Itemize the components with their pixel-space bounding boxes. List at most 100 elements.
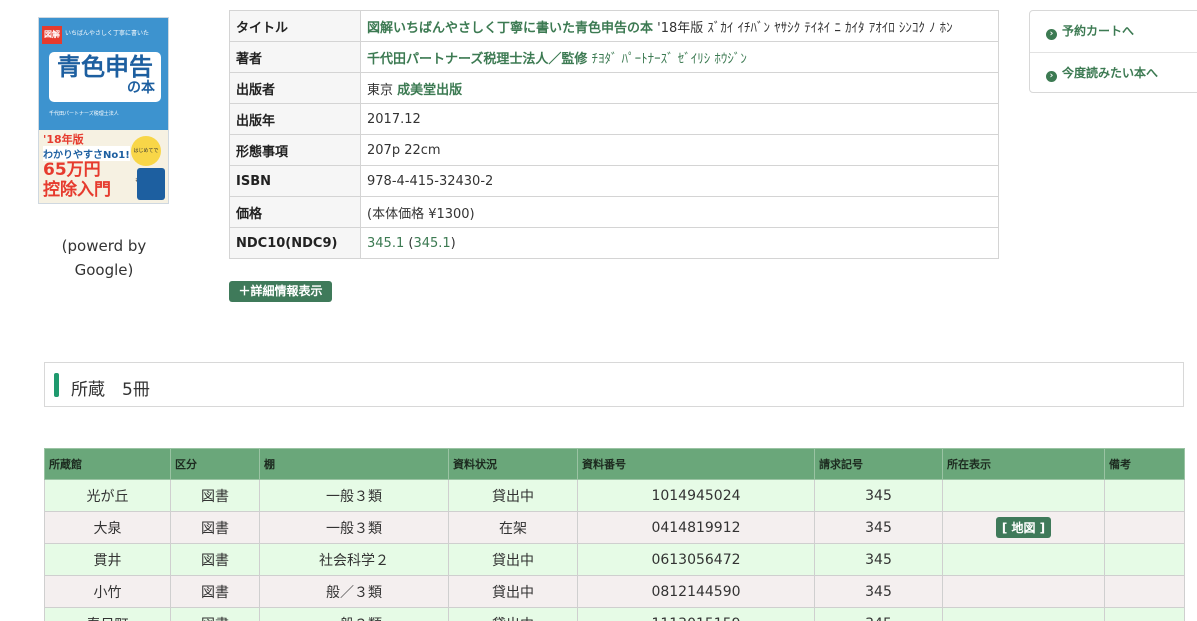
table-row: 大泉 図書 一般３類 在架 0414819912 345 [ 地図 ] [44,511,1185,544]
table-row: 小竹 図書 般／３類 貸出中 0812144590 345 [44,575,1185,608]
cell-location: [ 地図 ] [942,511,1105,544]
cell-status: 貸出中 [448,607,578,621]
reserve-cart-link[interactable]: › 予約カートへ [1030,11,1197,52]
holdings-table: 所蔵館 区分 棚 資料状況 資料番号 請求記号 所在表示 備考 光が丘 図書 一… [44,448,1185,621]
publisher-place: 東京 [367,82,398,98]
cell-type: 図書 [170,575,260,608]
info-value: 2017.12 [360,103,999,135]
cell-item-number: 0414819912 [577,511,815,544]
table-header-row: 所蔵館 区分 棚 資料状況 資料番号 請求記号 所在表示 備考 [44,448,1185,480]
cell-call-number: 345 [814,511,943,544]
info-row-format: 形態事項 207p 22cm [229,134,999,166]
holdings-heading: 所蔵 5冊 [44,362,1184,407]
title-link[interactable]: 図解いちばんやさしく丁寧に書いた青色申告の本 [367,21,653,36]
cell-status: 貸出中 [448,575,578,608]
info-key: 価格 [229,196,361,228]
title-kana: '18年版 ｽﾞｶｲ ｲﾁﾊﾞﾝ ﾔｻｼｸ ﾃｲﾈｲ ﾆ ｶｲﾀ ｱｵｲﾛ ｼﾝ… [653,20,953,36]
info-key: NDC10(NDC9) [229,227,361,259]
cell-type: 図書 [170,479,260,512]
info-key: タイトル [229,10,361,42]
cover-title: 青色申告 の本 [49,52,161,102]
info-value: 207p 22cm [360,134,999,166]
cover-author: 千代田パートナーズ税理士法人 [49,111,119,117]
cover-big-line1: 65万円 [43,160,101,180]
cell-type: 図書 [170,543,260,576]
heading-accent-bar [54,373,59,397]
map-button[interactable]: [ 地図 ] [995,517,1052,538]
cell-type: 図書 [170,511,260,544]
info-key: 出版年 [229,103,361,135]
column-header[interactable]: 区分 [170,448,260,480]
info-row-isbn: ISBN 978-4-415-32430-2 [229,165,999,197]
arrow-circle-icon: › [1046,71,1057,82]
table-row: 光が丘 図書 一般３類 貸出中 1014945024 345 [44,479,1185,512]
column-header[interactable]: 請求記号 [814,448,943,480]
cover-year: '18年版 [43,133,84,146]
cell-shelf: 一般３類 [259,511,449,544]
column-header[interactable]: 備考 [1104,448,1185,480]
info-row-price: 価格 (本体価格 ¥1300) [229,196,999,228]
cell-notes [1104,543,1185,576]
info-row-author: 著者 千代田パートナーズ税理士法人／監修 ﾁﾖﾀﾞ ﾊﾟｰﾄﾅｰｽﾞ ｾﾞｲﾘｼ… [229,41,999,73]
info-value: (本体価格 ¥1300) [360,196,999,228]
cell-call-number: 345 [814,479,943,512]
reserve-cart-label: 予約カートへ [1062,24,1135,38]
cell-shelf: 社会科学２ [259,543,449,576]
table-row: 貫井 図書 社会科学２ 貸出中 0613056472 345 [44,543,1185,576]
table-row: 春日町 図書 一般３類 貸出中 1113015159 345 [44,607,1185,621]
cell-library: 貫井 [44,543,171,576]
powered-by-google: (powerd by Google) [61,237,147,279]
cell-status: 貸出中 [448,543,578,576]
cell-location [942,607,1105,621]
cell-location [942,575,1105,608]
cell-location [942,543,1105,576]
ndc10-link[interactable]: 345.1 [367,236,404,251]
cell-library: 大泉 [44,511,171,544]
cell-item-number: 0613056472 [577,543,815,576]
column-header[interactable]: 所蔵館 [44,448,171,480]
publisher-link[interactable]: 成美堂出版 [397,83,462,98]
info-row-publisher: 出版者 東京 成美堂出版 [229,72,999,104]
cell-status: 貸出中 [448,479,578,512]
cell-shelf: 一般３類 [259,479,449,512]
cover-side-block [137,168,165,200]
info-key: 出版者 [229,72,361,104]
show-details-button[interactable]: ＋詳細情報表示 [229,281,332,302]
cover-big-line2: 控除入門 [43,180,111,200]
action-panel: › 予約カートへ › 今度読みたい本へ [1029,10,1197,93]
cell-call-number: 345 [814,543,943,576]
info-key: 著者 [229,41,361,73]
ndc9-link[interactable]: 345.1 [413,236,450,251]
column-header[interactable]: 棚 [259,448,449,480]
cell-library: 光が丘 [44,479,171,512]
ndc-paren-close: ) [450,235,456,251]
column-header[interactable]: 資料状況 [448,448,578,480]
info-row-ndc: NDC10(NDC9) 345.1 (345.1) [229,227,999,259]
cover-title-main: 青色申告 [57,53,153,81]
cell-type: 図書 [170,607,260,621]
column-header[interactable]: 所在表示 [942,448,1105,480]
cell-library: 春日町 [44,607,171,621]
cell-shelf: 般／３類 [259,575,449,608]
author-link[interactable]: 千代田パートナーズ税理士法人／監修 [367,52,587,67]
cell-notes [1104,607,1185,621]
cell-notes [1104,479,1185,512]
cell-library: 小竹 [44,575,171,608]
cover-easy-text: わかりやすさNo1! [43,146,130,161]
cover-subtitle: いちばんやさしく丁寧に書いた [65,30,150,37]
cell-location [942,479,1105,512]
author-kana: ﾁﾖﾀﾞ ﾊﾟｰﾄﾅｰｽﾞ ｾﾞｲﾘｼ ﾎｳｼﾞﾝ [587,51,747,67]
info-row-title: タイトル 図解いちばんやさしく丁寧に書いた青色申告の本 '18年版 ｽﾞｶｲ ｲ… [229,10,999,42]
cell-call-number: 345 [814,575,943,608]
read-later-link[interactable]: › 今度読みたい本へ [1030,52,1197,93]
info-value: 978-4-415-32430-2 [360,165,999,197]
cell-notes [1104,575,1185,608]
book-cover-image: 図解 いちばんやさしく丁寧に書いた 青色申告 の本 千代田パートナーズ税理士法人… [38,17,169,204]
cover-title-suffix: の本 [127,80,155,96]
cell-item-number: 0812144590 [577,575,815,608]
info-key: ISBN [229,165,361,197]
cell-status: 在架 [448,511,578,544]
cover-badge: 図解 [42,26,62,44]
bibliographic-info-table: タイトル 図解いちばんやさしく丁寧に書いた青色申告の本 '18年版 ｽﾞｶｲ ｲ… [229,10,999,259]
column-header[interactable]: 資料番号 [577,448,815,480]
